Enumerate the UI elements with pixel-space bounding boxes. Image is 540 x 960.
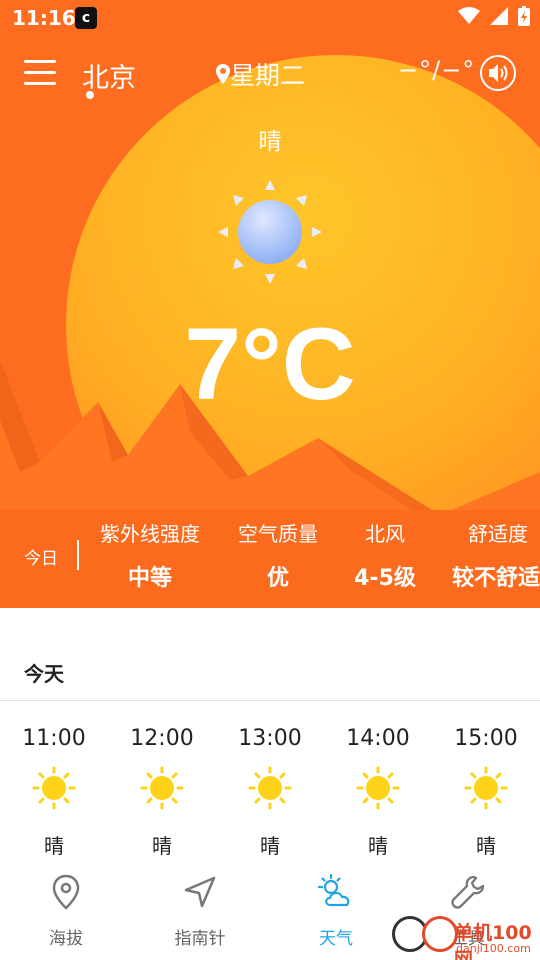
nav-label: 海拔 [49, 929, 83, 949]
stat-value: 优 [266, 566, 289, 591]
status-bar: 11:16 c [0, 0, 540, 36]
signal-icon [490, 7, 508, 25]
stat-value: 较不舒适 [452, 566, 540, 591]
hourly-item: 15:00 晴 [432, 726, 540, 859]
stat-air-quality: 空气质量 优 [228, 518, 328, 592]
nav-label: 指南针 [174, 929, 226, 949]
stat-uv: 紫外线强度 中等 [100, 518, 200, 592]
hour-condition: 晴 [152, 834, 172, 858]
menu-icon [24, 60, 56, 63]
hour-condition: 晴 [368, 834, 388, 858]
watermark: 单机100网 danji100.com [392, 912, 540, 960]
weather-hero: 11:16 c 北京 星期二 −°/−° 晴 7°C 今日 紫外线强度 中等 空… [0, 0, 540, 608]
location-pin-icon [216, 64, 230, 84]
battery-charging-icon [518, 6, 530, 26]
menu-button[interactable] [24, 58, 58, 88]
hour-time: 15:00 [454, 726, 518, 751]
nav-label: 天气 [319, 929, 353, 949]
hour-time: 11:00 [22, 726, 86, 751]
weekday-location: 星期二 [216, 56, 305, 92]
hour-time: 13:00 [238, 726, 302, 751]
sun-icon [32, 766, 76, 810]
current-temperature: 7°C [184, 307, 356, 421]
stat-comfort: 舒适度 较不舒适 [452, 518, 540, 592]
stat-value: 中等 [127, 566, 172, 591]
daily-stats: 今日 紫外线强度 中等 空气质量 优 北风 4-5级 舒适度 较不舒适 [0, 518, 540, 598]
forecast-title: 今天 [24, 662, 64, 686]
stat-label: 空气质量 [238, 522, 318, 546]
hour-condition: 晴 [476, 834, 496, 858]
wifi-icon [458, 7, 480, 24]
stats-divider [77, 540, 79, 570]
stat-label: 舒适度 [468, 522, 528, 546]
cloud-sun-icon [317, 873, 350, 907]
sound-button[interactable] [480, 55, 516, 91]
sunny-icon [218, 180, 322, 284]
watermark-url: danji100.com [456, 942, 531, 955]
nav-tab-weather[interactable]: 天气 [282, 872, 390, 949]
notification-app-icon: c [75, 7, 97, 29]
hour-time: 14:00 [346, 726, 410, 751]
sun-icon [248, 766, 292, 810]
stat-wind: 北风 4-5级 [345, 518, 425, 592]
hourly-item: 14:00 晴 [324, 726, 432, 859]
stat-label: 紫外线强度 [100, 522, 200, 546]
location-pin-icon [52, 874, 80, 910]
current-condition: 晴 [258, 129, 282, 155]
stat-label: 北风 [365, 522, 405, 546]
watermark-logo-icon [422, 916, 458, 952]
divider [0, 700, 540, 701]
hour-time: 12:00 [130, 726, 194, 751]
speaker-icon [489, 64, 508, 82]
hourly-item: 11:00 晴 [0, 726, 108, 859]
temperature-range: −°/−° [398, 56, 476, 84]
city-selector[interactable]: 北京 [82, 56, 136, 95]
hour-condition: 晴 [44, 834, 64, 858]
sun-icon [140, 766, 184, 810]
hourly-item: 12:00 晴 [108, 726, 216, 859]
sun-icon [464, 766, 508, 810]
nav-tab-compass[interactable]: 指南针 [146, 872, 254, 949]
page-indicator-dot [86, 91, 94, 99]
weekday-label: 星期二 [230, 61, 306, 90]
hourly-item: 13:00 晴 [216, 726, 324, 859]
wrench-icon [451, 875, 485, 909]
nav-tab-altitude[interactable]: 海拔 [12, 872, 120, 949]
stat-value: 4-5级 [354, 566, 416, 591]
status-time: 11:16 [12, 6, 76, 30]
hour-condition: 晴 [260, 834, 280, 858]
sun-icon [356, 766, 400, 810]
navigation-arrow-icon [184, 876, 216, 908]
today-label: 今日 [24, 549, 58, 569]
